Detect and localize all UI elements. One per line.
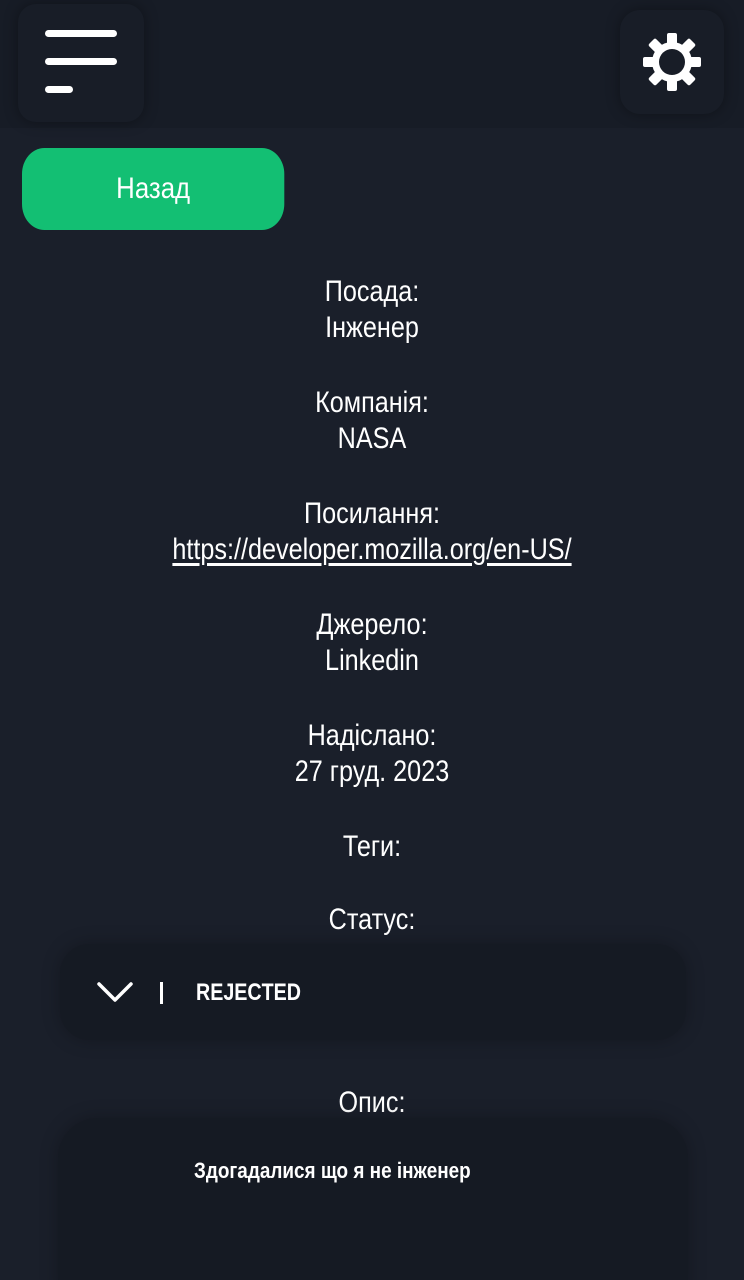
position-value: Інженер: [325, 311, 419, 344]
status-label: Статус:: [328, 903, 416, 936]
company-label: Компанія:: [315, 386, 429, 419]
sent-label: Надіслано:: [307, 719, 437, 752]
link-field: Посилання: https://developer.mozilla.org…: [0, 496, 744, 568]
status-field: Статус:: [0, 902, 744, 938]
source-field: Джерело: Linkedin: [0, 607, 744, 679]
sent-field: Надіслано: 27 груд. 2023: [0, 718, 744, 790]
back-button[interactable]: Назад: [22, 148, 285, 230]
link-label: Посилання:: [303, 497, 441, 530]
position-field: Посада: Інженер: [0, 274, 744, 346]
source-value: Linkedin: [325, 644, 419, 677]
sent-value: 27 груд. 2023: [294, 755, 450, 788]
settings-button[interactable]: [620, 10, 724, 114]
menu-button[interactable]: [18, 4, 144, 122]
status-separator: [160, 982, 163, 1004]
status-value: REJECTED: [196, 979, 301, 1006]
back-button-label: Назад: [116, 172, 191, 205]
tags-field: Теги:: [0, 829, 744, 865]
description-box[interactable]: [58, 1118, 688, 1280]
link-value[interactable]: https://developer.mozilla.org/en-US/: [172, 533, 571, 566]
application-details-page: Назад Посада: Інженер Компанія: NASA Пос…: [0, 0, 744, 1280]
chevron-down-icon: [97, 982, 133, 1002]
link-value-wrap: https://developer.mozilla.org/en-US/: [60, 532, 685, 568]
gear-icon: [643, 33, 701, 91]
tags-label: Теги:: [342, 830, 402, 863]
description-field: Опис:: [0, 1085, 744, 1121]
position-label: Посада:: [324, 275, 420, 308]
source-label: Джерело:: [316, 608, 428, 641]
description-label: Опис:: [338, 1086, 406, 1119]
status-select[interactable]: [60, 944, 686, 1040]
description-text: Здогадалися що я не інженер: [194, 1158, 471, 1183]
company-value: NASA: [337, 422, 407, 455]
company-field: Компанія: NASA: [0, 385, 744, 457]
